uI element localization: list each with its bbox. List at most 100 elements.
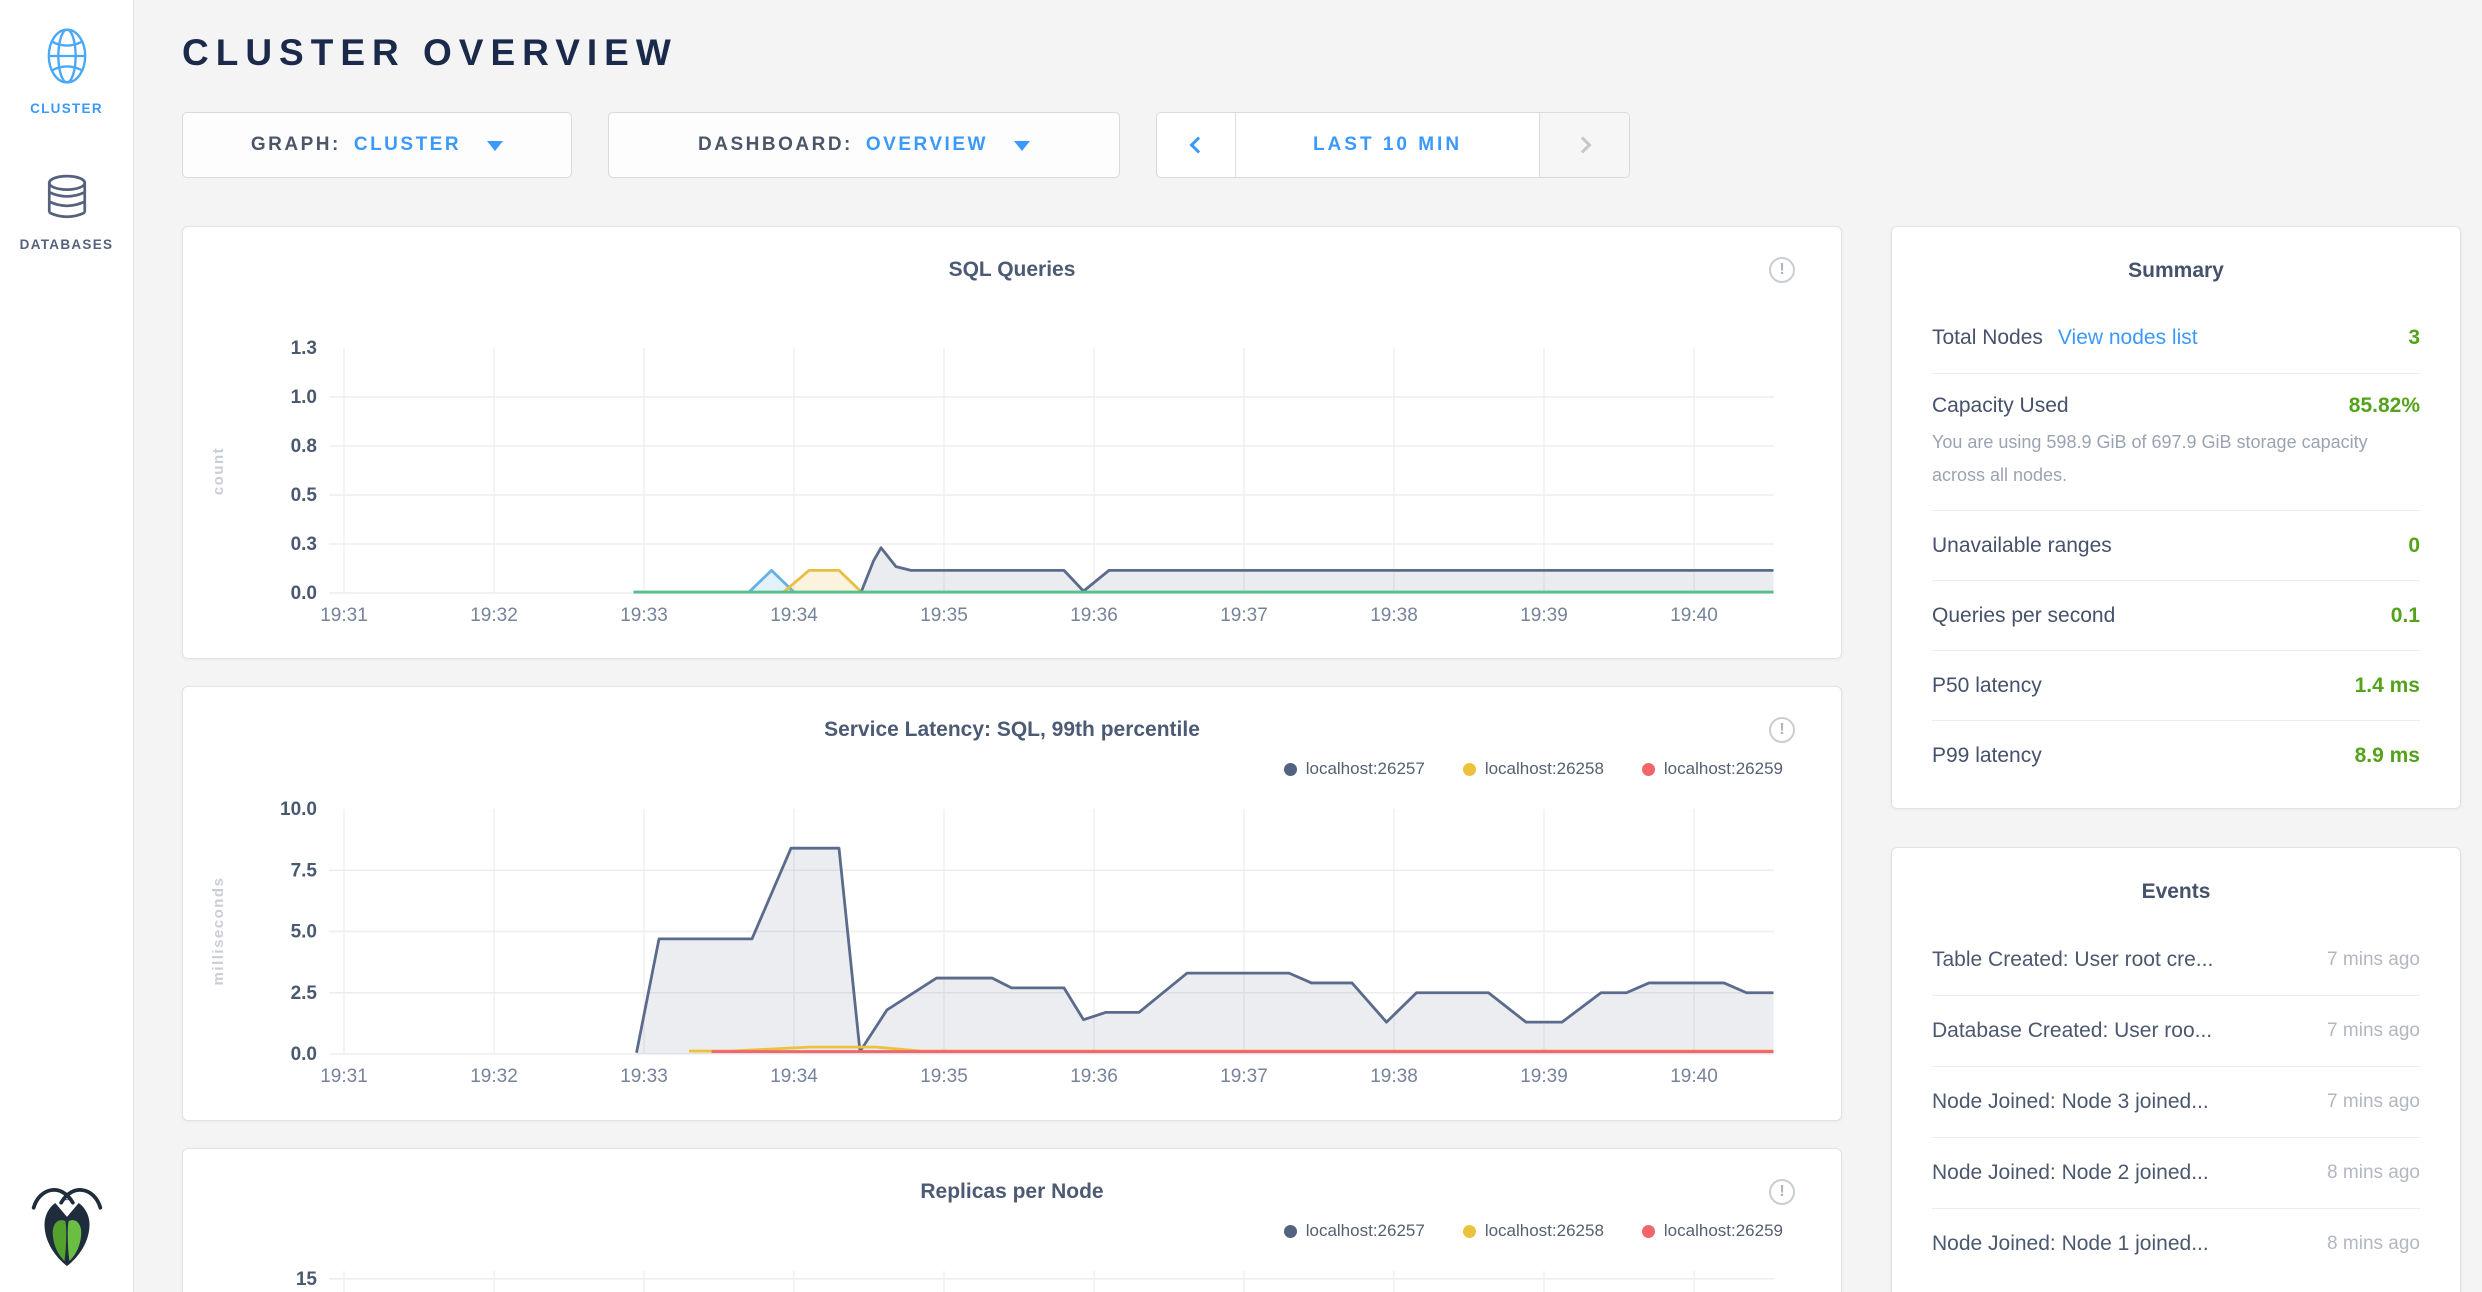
view-nodes-link[interactable]: View nodes list: [2058, 326, 2198, 350]
event-text: Database Created: User roo...: [1932, 1019, 2212, 1043]
chart-card: Service Latency: SQL, 99th percentile! lo…: [182, 686, 1842, 1121]
chevron-down-icon: [1014, 141, 1030, 151]
right-column: Summary Total Nodes View nodes list 3 Capac…: [1891, 226, 2461, 1292]
summary-row: Capacity Used85.82%You are using 598.9 G…: [1932, 373, 2420, 510]
page-title: CLUSTER OVERVIEW: [182, 32, 2482, 74]
svg-text:milliseconds: milliseconds: [210, 877, 227, 986]
summary-row-value: 0: [2408, 534, 2420, 558]
time-range-label[interactable]: LAST 10 MIN: [1236, 113, 1539, 177]
svg-text:19:40: 19:40: [1670, 605, 1718, 626]
summary-row: Unavailable ranges 0: [1932, 510, 2420, 580]
graph-dropdown-value: CLUSTER: [354, 134, 461, 156]
event-row: Node Joined: Node 3 joined... 7 mins ago: [1932, 1066, 2420, 1137]
legend-label: localhost:26259: [1664, 1221, 1783, 1241]
svg-text:7.5: 7.5: [291, 860, 318, 881]
info-icon[interactable]: !: [1769, 257, 1795, 283]
sidebar-item-label: CLUSTER: [0, 101, 133, 116]
chart-plot: 0.02.55.07.510.019:3119:3219:3319:3419:3…: [183, 791, 1841, 1096]
legend-dot-icon: [1284, 1225, 1297, 1238]
sidebar-item-databases[interactable]: DATABASES: [0, 174, 133, 252]
events-title: Events: [1932, 848, 2420, 924]
chart-title: Service Latency: SQL, 99th percentile: [183, 718, 1841, 742]
svg-text:0.5: 0.5: [291, 485, 318, 506]
svg-text:19:36: 19:36: [1070, 1066, 1118, 1087]
event-time: 8 mins ago: [2327, 1162, 2420, 1184]
event-row: Database Created: User roo... 7 mins ago: [1932, 995, 2420, 1066]
dashboard-dropdown-value: OVERVIEW: [866, 134, 988, 156]
chart-legend: localhost:26257localhost:26258localhost:…: [1246, 1221, 1783, 1241]
app-root: CLUSTER DATABASES: [0, 0, 2482, 1292]
sidebar-item-cluster[interactable]: CLUSTER: [0, 26, 133, 116]
dashboard-dropdown[interactable]: DASHBOARD: OVERVIEW: [608, 112, 1120, 178]
svg-text:19:31: 19:31: [320, 605, 368, 626]
legend-label: localhost:26257: [1306, 759, 1425, 779]
svg-text:19:33: 19:33: [620, 1066, 668, 1087]
time-back-button[interactable]: [1157, 113, 1236, 177]
graph-dropdown[interactable]: GRAPH: CLUSTER: [182, 112, 572, 178]
info-icon[interactable]: !: [1769, 717, 1795, 743]
charts-column: SQL Queries!0.00.30.50.81.01.319:3119:32…: [182, 226, 1842, 1292]
summary-row-label: Queries per second: [1932, 604, 2115, 628]
summary-row-label: P50 latency: [1932, 674, 2042, 698]
event-text: Table Created: User root cre...: [1932, 948, 2213, 972]
time-range-selector: LAST 10 MIN: [1156, 112, 1630, 178]
legend-item: localhost:26257: [1284, 759, 1425, 779]
summary-row-label: Capacity Used: [1932, 394, 2069, 418]
summary-title: Summary: [1932, 227, 2420, 303]
summary-row: Total Nodes View nodes list 3: [1932, 303, 2420, 373]
svg-text:19:39: 19:39: [1520, 605, 1568, 626]
svg-text:1.0: 1.0: [291, 387, 317, 408]
summary-row-value: 85.82%: [2349, 394, 2420, 418]
time-forward-button[interactable]: [1539, 113, 1629, 177]
svg-text:19:32: 19:32: [470, 1066, 518, 1087]
svg-text:count: count: [210, 447, 227, 495]
summary-row-value: 0.1: [2391, 604, 2420, 628]
legend-dot-icon: [1284, 763, 1297, 776]
cockroachdb-logo[interactable]: [29, 1181, 105, 1276]
svg-text:19:37: 19:37: [1220, 605, 1268, 626]
dashboard-content: SQL Queries!0.00.30.50.81.01.319:3119:32…: [182, 226, 2482, 1292]
summary-panel: Summary Total Nodes View nodes list 3 Capac…: [1891, 226, 2461, 809]
svg-text:19:32: 19:32: [470, 605, 518, 626]
event-time: 7 mins ago: [2327, 1020, 2420, 1042]
summary-row-value: 3: [2408, 326, 2420, 350]
svg-text:19:34: 19:34: [770, 605, 818, 626]
event-time: 7 mins ago: [2327, 949, 2420, 971]
svg-text:19:33: 19:33: [620, 605, 668, 626]
svg-text:0.0: 0.0: [291, 1044, 317, 1065]
svg-text:19:36: 19:36: [1070, 605, 1118, 626]
event-text: Node Joined: Node 1 joined...: [1932, 1232, 2209, 1256]
summary-row-label: Unavailable ranges: [1932, 534, 2112, 558]
svg-text:19:31: 19:31: [320, 1066, 368, 1087]
legend-item: localhost:26259: [1642, 1221, 1783, 1241]
summary-row-value: 8.9 ms: [2355, 744, 2420, 768]
event-row: Node Joined: Node 1 joined... 8 mins ago: [1932, 1208, 2420, 1279]
event-row: Node Joined: Node 2 joined... 8 mins ago: [1932, 1137, 2420, 1208]
legend-dot-icon: [1642, 763, 1655, 776]
summary-row-label: Total Nodes: [1932, 326, 2043, 350]
legend-label: localhost:26258: [1485, 759, 1604, 779]
svg-text:19:34: 19:34: [770, 1066, 818, 1087]
svg-text:0.0: 0.0: [291, 583, 317, 604]
event-text: Node Joined: Node 2 joined...: [1932, 1161, 2209, 1185]
controls-bar: GRAPH: CLUSTER DASHBOARD: OVERVIEW LAST …: [182, 112, 2482, 178]
legend-dot-icon: [1463, 1225, 1476, 1238]
sidebar: CLUSTER DATABASES: [0, 0, 134, 1292]
event-row: Table Created: User root cre... 7 mins ag…: [1932, 924, 2420, 995]
event-text: Node Joined: Node 3 joined...: [1932, 1090, 2209, 1114]
event-time: 7 mins ago: [2327, 1091, 2420, 1113]
svg-text:19:39: 19:39: [1520, 1066, 1568, 1087]
info-icon[interactable]: !: [1769, 1179, 1795, 1205]
sidebar-item-label: DATABASES: [0, 237, 133, 252]
legend-item: localhost:26258: [1463, 759, 1604, 779]
svg-text:5.0: 5.0: [291, 922, 317, 943]
chevron-down-icon: [487, 141, 503, 151]
event-time: 8 mins ago: [2327, 1233, 2420, 1255]
svg-text:19:40: 19:40: [1670, 1066, 1718, 1087]
legend-label: localhost:26257: [1306, 1221, 1425, 1241]
database-icon: [46, 209, 88, 226]
chart-legend: localhost:26257localhost:26258localhost:…: [1246, 759, 1783, 779]
dashboard-dropdown-label: DASHBOARD:: [698, 134, 853, 156]
legend-dot-icon: [1463, 763, 1476, 776]
svg-text:0.3: 0.3: [291, 534, 317, 555]
